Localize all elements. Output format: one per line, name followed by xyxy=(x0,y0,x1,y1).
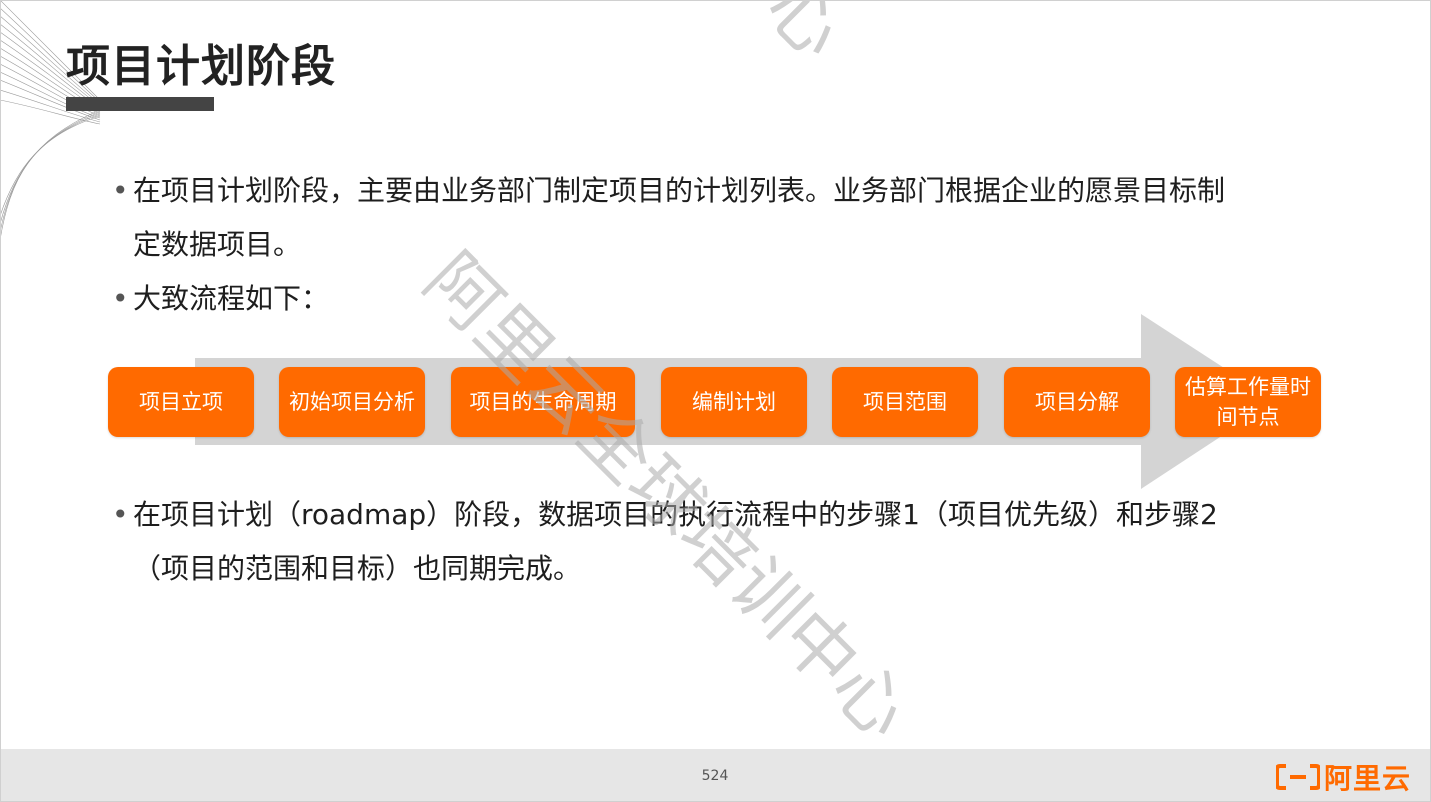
flow-step-6: 项目分解 xyxy=(1004,367,1150,437)
watermark-top: 训中心 xyxy=(646,0,873,77)
slide-title: 项目计划阶段 xyxy=(66,41,336,92)
flow-step-1: 项目立项 xyxy=(108,367,254,437)
flow-step-5: 项目范围 xyxy=(832,367,978,437)
bullet-planning-phase: • 在项目计划阶段，主要由业务部门制定项目的计划列表。业务部门根据企业的愿景目标制… xyxy=(112,164,1322,272)
page-number: 524 xyxy=(701,768,729,784)
bullet-roadmap-phase: • 在项目计划（roadmap）阶段，数据项目的执行流程中的步骤1（项目优先级）和… xyxy=(112,488,1322,596)
bullet-dot: • xyxy=(112,174,129,207)
aliyun-logo: 阿里云 xyxy=(1276,760,1412,795)
aliyun-logo-text: 阿里云 xyxy=(1324,762,1412,795)
bullet-text-line2: （项目的范围和目标）也同期完成。 xyxy=(133,552,582,585)
bullet-text-line2: 定数据项目。 xyxy=(133,228,302,261)
bullet-dot: • xyxy=(112,498,129,531)
bullet-text-line1: 大致流程如下： xyxy=(133,282,330,315)
bullet-text-line1: 在项目计划阶段，主要由业务部门制定项目的计划列表。业务部门根据企业的愿景目标制 xyxy=(133,174,1226,207)
slide: 项目计划阶段 • 在项目计划阶段，主要由业务部门制定项目的计划列表。业务部门根据企… xyxy=(0,0,1431,802)
flow-step-3: 项目的生命周期 xyxy=(451,367,635,437)
flow-step-2: 初始项目分析 xyxy=(279,367,425,437)
bullet-text-line1: 在项目计划（roadmap）阶段，数据项目的执行流程中的步骤1（项目优先级）和步… xyxy=(133,498,1218,531)
title-underline-bar xyxy=(66,97,214,111)
flow-step-7: 估算工作量时间节点 xyxy=(1175,367,1321,437)
aliyun-logo-icon xyxy=(1276,764,1320,790)
bullet-dot: • xyxy=(112,282,129,315)
flow-step-4: 编制计划 xyxy=(661,367,807,437)
